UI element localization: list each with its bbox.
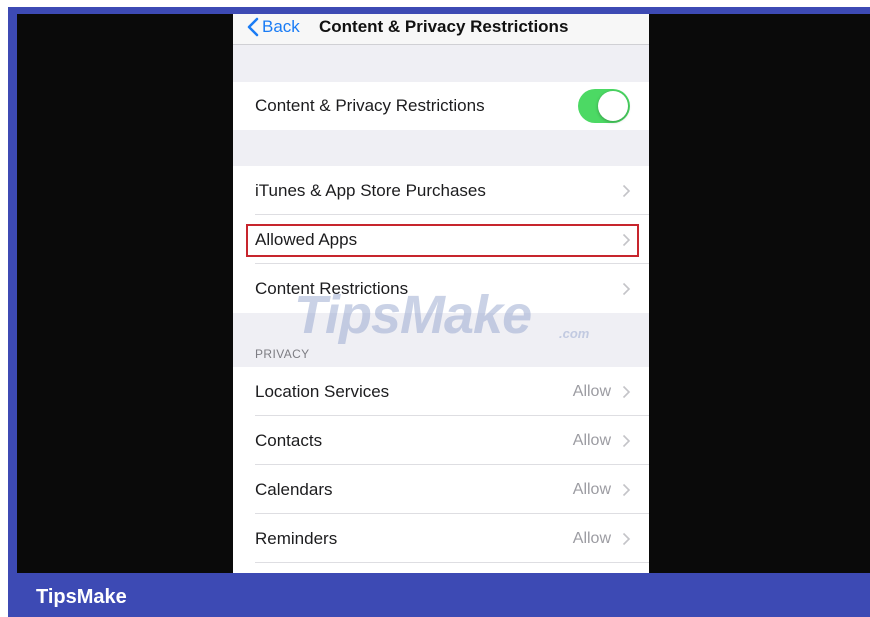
toggle-knob: [598, 91, 628, 121]
row-value: Allow: [572, 431, 611, 449]
row-value: Allow: [572, 382, 611, 400]
chevron-left-icon: [247, 17, 259, 37]
list-item-location-services[interactable]: Location Services Allow: [233, 367, 649, 416]
footer-brand: TipsMake: [36, 586, 127, 608]
row-value: Allow: [572, 529, 611, 547]
list-item-content-restrictions[interactable]: Content Restrictions: [233, 264, 649, 313]
row-label: Reminders: [255, 528, 338, 548]
list-item-calendars[interactable]: Calendars Allow: [233, 465, 649, 514]
chevron-right-icon: [622, 385, 631, 398]
row-label: Content Restrictions: [255, 278, 409, 298]
list-item-reminders[interactable]: Reminders Allow: [233, 514, 649, 563]
allowed-apps-highlight: [246, 224, 639, 257]
back-button[interactable]: Back: [247, 15, 300, 39]
toggle-row-label: Content & Privacy Restrictions: [255, 96, 485, 115]
chevron-right-icon: [622, 282, 631, 295]
row-label: iTunes & App Store Purchases: [255, 180, 486, 200]
chevron-right-icon: [622, 434, 631, 447]
list-item-contacts[interactable]: Contacts Allow: [233, 416, 649, 465]
navigation-bar: Back Content & Privacy Restrictions: [233, 14, 649, 45]
chevron-right-icon: [622, 184, 631, 197]
chevron-right-icon: [622, 532, 631, 545]
row-label: Contacts: [255, 430, 323, 450]
screen-recording: Back Content & Privacy Restrictions Cont…: [17, 14, 870, 573]
privacy-section-header: PRIVACY: [255, 347, 310, 361]
row-value: Allow: [572, 480, 611, 498]
row-label: Location Services: [255, 381, 390, 401]
content-privacy-toggle[interactable]: [578, 89, 630, 123]
page-title: Content & Privacy Restrictions: [319, 17, 569, 36]
back-label: Back: [262, 17, 300, 36]
row-label: Calendars: [255, 479, 333, 499]
settings-screen: Back Content & Privacy Restrictions Cont…: [233, 14, 649, 573]
list-item-itunes-app-store[interactable]: iTunes & App Store Purchases: [233, 166, 649, 215]
chevron-right-icon: [622, 483, 631, 496]
list-item-partial: [233, 563, 649, 573]
content-privacy-toggle-row: Content & Privacy Restrictions: [233, 82, 649, 130]
